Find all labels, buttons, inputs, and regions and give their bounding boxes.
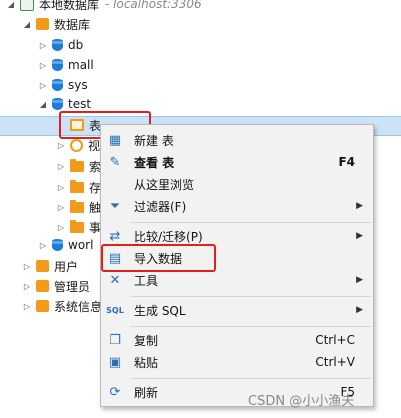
folder-icon	[70, 219, 84, 233]
menu-separator	[131, 222, 371, 223]
expand-caret-icon[interactable]: ▷	[56, 162, 66, 171]
submenu-arrow-icon: ▶	[356, 275, 363, 285]
expand-caret-icon[interactable]: ▷	[38, 61, 48, 70]
tree-admin[interactable]: ▷ 管理员	[22, 276, 90, 296]
tree-db-world[interactable]: ▷ worl	[38, 235, 94, 255]
filter-icon: ⏷	[109, 198, 121, 214]
database-icon	[52, 58, 63, 72]
users-label: 用户	[54, 259, 79, 274]
database-icon	[52, 38, 63, 52]
menu-separator	[131, 296, 371, 297]
submenu-arrow-icon: ▶	[356, 305, 363, 315]
db-label: worl	[68, 238, 94, 252]
menu-item-filter[interactable]: ⏷ 过滤器(F) ▶	[101, 195, 373, 217]
tree-databases-group[interactable]: ◢ 数据库	[22, 14, 90, 34]
menu-item-browse-from-here[interactable]: 从这里浏览	[101, 173, 373, 195]
database-icon	[52, 78, 63, 92]
compare-icon: ⇄	[109, 228, 121, 244]
refresh-icon: ⟳	[109, 384, 121, 400]
databases-group-label: 数据库	[54, 17, 91, 32]
tree-events-node[interactable]: ▷ 事	[56, 217, 101, 237]
tree-indexes-node[interactable]: ▷ 索	[56, 156, 101, 176]
system-info-icon	[36, 300, 49, 312]
tree-db-mall[interactable]: ▷ mall	[38, 55, 94, 75]
menu-item-generate-sql[interactable]: SQL 生成 SQL ▶	[101, 299, 373, 321]
expand-caret-icon[interactable]: ▷	[56, 183, 66, 192]
menu-item-tools[interactable]: ✕ 工具 ▶	[101, 269, 373, 291]
expand-caret-icon[interactable]: ▷	[56, 203, 66, 212]
expand-caret-icon[interactable]: ▷	[56, 141, 66, 150]
db-label: sys	[68, 78, 88, 92]
menu-item-paste[interactable]: ▣ 粘贴 Ctrl+V	[101, 351, 373, 373]
database-connection-icon	[20, 0, 34, 11]
menu-separator	[131, 326, 371, 327]
tree-sysinfo[interactable]: ▷ 系统信息	[22, 296, 102, 316]
sysinfo-label: 系统信息	[54, 299, 103, 314]
menu-separator	[131, 378, 371, 379]
copy-icon: ❐	[109, 332, 121, 348]
views-label: 视	[88, 138, 101, 153]
expand-caret-icon[interactable]: ▷	[38, 81, 48, 90]
tree-users[interactable]: ▷ 用户	[22, 256, 78, 276]
eye-icon	[70, 138, 83, 152]
paste-icon: ▣	[108, 354, 122, 370]
new-table-icon: ▦	[108, 132, 122, 148]
submenu-arrow-icon: ▶	[356, 201, 363, 211]
folder-icon	[70, 179, 84, 193]
users-icon	[36, 260, 49, 272]
connection-label: 本地数据库	[39, 0, 100, 12]
menu-item-view-table[interactable]: ✎ 查看 表 F4	[101, 151, 373, 173]
admin-label: 管理员	[54, 279, 91, 294]
annotation-box-import	[101, 244, 216, 272]
tree-db-sys[interactable]: ▷ sys	[38, 75, 88, 95]
submenu-arrow-icon: ▶	[356, 231, 363, 241]
tree-triggers-node[interactable]: ▷ 触	[56, 197, 101, 217]
menu-item-new-table[interactable]: ▦ 新建 表	[101, 129, 373, 151]
db-label: mall	[68, 58, 94, 72]
database-group-icon	[36, 18, 49, 30]
edit-icon: ✎	[109, 154, 121, 170]
tree-procedures-node[interactable]: ▷ 存	[56, 177, 101, 197]
expand-caret-icon[interactable]: ▷	[22, 282, 32, 291]
menu-item-copy[interactable]: ❐ 复制 Ctrl+C	[101, 329, 373, 351]
expand-caret-icon[interactable]: ▷	[22, 262, 32, 271]
admin-icon	[36, 280, 49, 292]
tools-icon: ✕	[109, 272, 121, 288]
collapse-caret-icon[interactable]: ◢	[6, 0, 16, 9]
db-label: db	[68, 38, 84, 52]
watermark: CSDN @小小渔夫	[248, 394, 355, 409]
database-icon	[52, 97, 63, 111]
sql-icon: SQL	[106, 305, 124, 315]
tree-connection[interactable]: ◢ 本地数据库 - localhost:3306	[6, 0, 202, 14]
connection-host: - localhost:3306	[105, 0, 202, 11]
expand-caret-icon[interactable]: ▷	[56, 223, 66, 232]
expand-caret-icon[interactable]: ▷	[22, 302, 32, 311]
expand-caret-icon[interactable]: ▷	[38, 41, 48, 50]
collapse-caret-icon[interactable]: ◢	[22, 20, 32, 29]
expand-caret-icon[interactable]: ▷	[38, 241, 48, 250]
tree-db-db[interactable]: ▷ db	[38, 35, 83, 55]
database-icon	[52, 238, 63, 252]
db-label: test	[68, 97, 92, 111]
folder-icon	[70, 199, 84, 213]
collapse-caret-icon[interactable]: ◢	[38, 100, 48, 109]
folder-icon	[70, 158, 84, 172]
